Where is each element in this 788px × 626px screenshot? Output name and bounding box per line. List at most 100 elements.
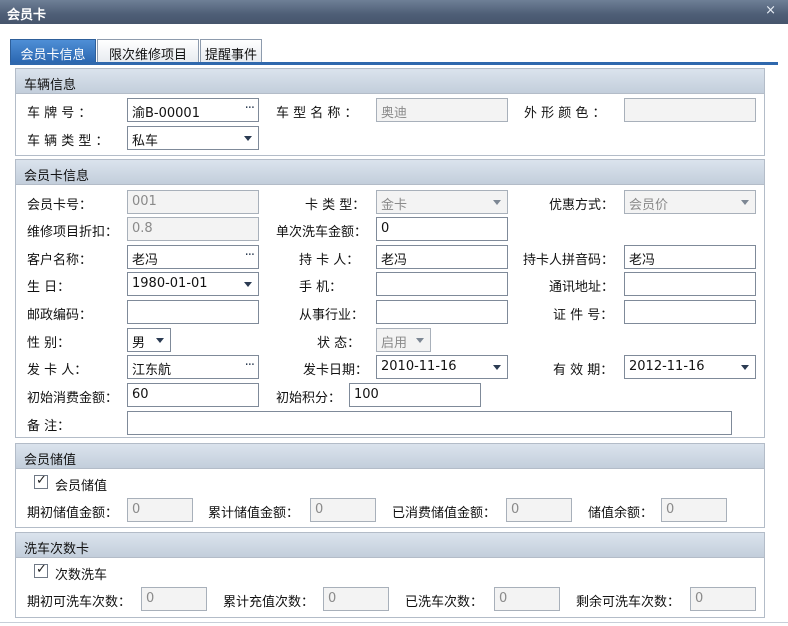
initial-points-label: 初始积分： bbox=[276, 391, 342, 406]
remark-field[interactable] bbox=[127, 411, 732, 435]
vehicle-info-header: 车辆信息 bbox=[16, 69, 764, 94]
wc-recharged-field[interactable]: 0 bbox=[323, 587, 389, 611]
initial-amount-label: 初始消费金额： bbox=[27, 391, 119, 406]
wc-remaining-value: 0 bbox=[695, 591, 704, 606]
id-no-label: 证 件 号： bbox=[553, 308, 614, 323]
card-no-value: 001 bbox=[132, 194, 157, 209]
card-type-label: 卡 类 型： bbox=[305, 198, 366, 213]
gender-select[interactable]: 男 bbox=[127, 328, 171, 352]
initial-points-field[interactable]: 100 bbox=[349, 383, 481, 407]
holder-field[interactable]: 老冯 bbox=[376, 245, 508, 269]
sv-accumulated-field[interactable]: 0 bbox=[310, 498, 376, 522]
birthday-label: 生 日： bbox=[27, 280, 71, 295]
customer-value: 老冯 bbox=[132, 253, 159, 268]
tab-underline bbox=[10, 62, 778, 65]
stored-value-header: 会员储值 bbox=[16, 444, 764, 469]
discount-mode-label: 优惠方式： bbox=[549, 198, 615, 213]
sv-opening-value: 0 bbox=[132, 502, 141, 517]
tab-limited-repair-items[interactable]: 限次维修项目 bbox=[97, 39, 199, 63]
color-field[interactable] bbox=[624, 98, 756, 122]
chevron-down-icon[interactable] bbox=[493, 365, 501, 370]
ellipsis-icon[interactable]: ··· bbox=[245, 248, 255, 263]
wash-count-checkbox[interactable]: ✓ bbox=[34, 562, 48, 578]
birthday-value: 1980-01-01 bbox=[132, 276, 208, 291]
chevron-down-icon[interactable] bbox=[741, 365, 749, 370]
wc-washed-field[interactable]: 0 bbox=[494, 587, 560, 611]
discount-mode-value: 会员价 bbox=[629, 198, 669, 213]
card-type-value: 金卡 bbox=[381, 198, 408, 213]
ellipsis-icon[interactable]: ··· bbox=[245, 101, 255, 116]
window-bottom-edge bbox=[0, 622, 788, 623]
card-no-label: 会员卡号： bbox=[27, 198, 93, 213]
status-select[interactable]: 启用 bbox=[376, 328, 431, 352]
sv-consumed-field[interactable]: 0 bbox=[506, 498, 572, 522]
holder-pinyin-label: 持卡人拼音码： bbox=[523, 253, 615, 268]
initial-points-value: 100 bbox=[354, 387, 379, 402]
stored-value-checkbox-label: 会员储值 bbox=[55, 479, 108, 494]
plate-field[interactable]: 渝B-00001 ··· bbox=[127, 98, 259, 122]
sv-balance-label: 储值余额： bbox=[588, 506, 654, 521]
holder-pinyin-field[interactable]: 老冯 bbox=[624, 245, 756, 269]
gender-value: 男 bbox=[132, 336, 146, 351]
sv-consumed-label: 已消费储值金额： bbox=[392, 506, 497, 521]
remark-label: 备 注： bbox=[27, 419, 71, 434]
vehicle-type-select[interactable]: 私车 bbox=[127, 126, 259, 150]
tab-reminder-events[interactable]: 提醒事件 bbox=[200, 39, 262, 63]
mobile-label: 手 机： bbox=[299, 280, 343, 295]
stored-value-checkbox[interactable]: ✓ bbox=[34, 473, 48, 489]
repair-discount-label: 维修项目折扣： bbox=[27, 225, 119, 240]
wash-amount-field[interactable]: 0 bbox=[376, 217, 508, 241]
chevron-down-icon[interactable] bbox=[493, 200, 501, 205]
birthday-picker[interactable]: 1980-01-01 bbox=[127, 272, 259, 296]
sv-opening-field[interactable]: 0 bbox=[127, 498, 193, 522]
checkmark-icon: ✓ bbox=[36, 473, 47, 488]
ellipsis-icon[interactable]: ··· bbox=[245, 358, 255, 373]
id-no-field[interactable] bbox=[624, 300, 756, 324]
repair-discount-value: 0.8 bbox=[132, 221, 153, 236]
plate-value: 渝B-00001 bbox=[132, 106, 200, 121]
address-field[interactable] bbox=[624, 272, 756, 296]
sv-accumulated-label: 累计储值金额： bbox=[208, 506, 300, 521]
member-card-header: 会员卡信息 bbox=[16, 160, 764, 185]
color-label: 外 形 颜 色 ： bbox=[524, 106, 606, 121]
repair-discount-field[interactable]: 0.8 bbox=[127, 217, 259, 241]
mobile-field[interactable] bbox=[376, 272, 508, 296]
issue-date-value: 2010-11-16 bbox=[381, 359, 457, 374]
industry-field[interactable] bbox=[376, 300, 508, 324]
sv-opening-label: 期初储值金额： bbox=[27, 506, 119, 521]
customer-field[interactable]: 老冯 ··· bbox=[127, 245, 259, 269]
holder-value: 老冯 bbox=[381, 253, 408, 268]
tab-member-card-info[interactable]: 会员卡信息 bbox=[10, 39, 96, 63]
card-type-select[interactable]: 金卡 bbox=[376, 190, 508, 214]
model-field[interactable]: 奥迪 bbox=[376, 98, 508, 122]
issuer-field[interactable]: 江东航 ··· bbox=[127, 355, 259, 379]
issue-date-label: 发卡日期： bbox=[303, 363, 369, 378]
sv-balance-field[interactable]: 0 bbox=[661, 498, 727, 522]
address-label: 通讯地址： bbox=[549, 280, 615, 295]
wc-opening-label: 期初可洗车次数： bbox=[27, 595, 132, 610]
window-titlebar: 会员卡 × bbox=[0, 0, 788, 24]
chevron-down-icon[interactable] bbox=[741, 200, 749, 205]
issue-date-picker[interactable]: 2010-11-16 bbox=[376, 355, 508, 379]
expiry-label: 有 效 期： bbox=[553, 363, 614, 378]
sv-consumed-value: 0 bbox=[511, 502, 520, 517]
postcode-field[interactable] bbox=[127, 300, 259, 324]
chevron-down-icon[interactable] bbox=[156, 338, 164, 343]
card-no-field[interactable]: 001 bbox=[127, 190, 259, 214]
wc-remaining-label: 剩余可洗车次数： bbox=[576, 595, 681, 610]
issuer-value: 江东航 bbox=[132, 363, 172, 378]
discount-mode-select[interactable]: 会员价 bbox=[624, 190, 756, 214]
postcode-label: 邮政编码： bbox=[27, 308, 93, 323]
chevron-down-icon[interactable] bbox=[244, 136, 252, 141]
wash-count-checkbox-label: 次数洗车 bbox=[55, 568, 108, 583]
status-label: 状 态： bbox=[317, 336, 361, 351]
wc-remaining-field[interactable]: 0 bbox=[690, 587, 756, 611]
close-icon[interactable]: × bbox=[765, 3, 776, 18]
expiry-picker[interactable]: 2012-11-16 bbox=[624, 355, 756, 379]
wc-recharged-label: 累计充值次数： bbox=[223, 595, 315, 610]
chevron-down-icon[interactable] bbox=[416, 338, 424, 343]
chevron-down-icon[interactable] bbox=[244, 282, 252, 287]
initial-amount-field[interactable]: 60 bbox=[127, 383, 259, 407]
holder-pinyin-value: 老冯 bbox=[629, 253, 656, 268]
wc-opening-field[interactable]: 0 bbox=[141, 587, 207, 611]
